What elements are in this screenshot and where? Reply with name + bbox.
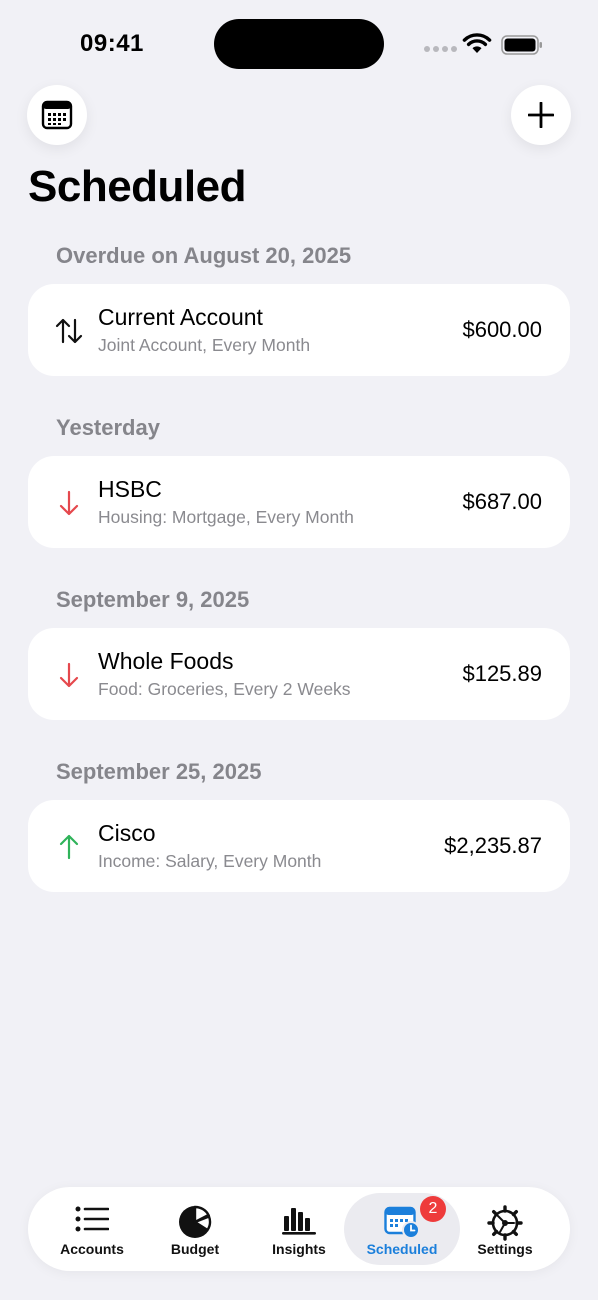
item-detail: Income: Salary, Every Month: [98, 851, 322, 871]
item-detail: Food: Groceries, Every 2 Weeks: [98, 679, 351, 699]
wifi-icon: [462, 33, 492, 53]
item-name: Current Account: [98, 304, 263, 330]
bar-chart-icon: [282, 1208, 316, 1235]
item-detail: Joint Account, Every Month: [98, 335, 311, 355]
battery-icon: [501, 35, 542, 55]
plus-icon: [528, 102, 554, 128]
item-amount: $600.00: [462, 317, 542, 342]
item-detail: Housing: Mortgage, Every Month: [98, 507, 354, 527]
pie-chart-icon: [179, 1205, 212, 1238]
calendar-clock-icon: [384, 1206, 420, 1239]
tab-label: Accounts: [60, 1241, 124, 1257]
calendar-button[interactable]: [27, 85, 87, 145]
arrow-down-icon: [59, 662, 79, 688]
tab-label: Budget: [170, 1241, 220, 1257]
status-time: 09:41: [80, 30, 144, 57]
scheduled-item-cisco[interactable]: Cisco Income: Salary, Every Month $2,235…: [28, 800, 570, 892]
item-name: Whole Foods: [98, 648, 234, 674]
arrow-down-icon: [59, 490, 79, 516]
item-amount: $125.89: [462, 661, 542, 686]
transfer-arrows-icon: [55, 318, 83, 344]
section-header-overdue: Overdue on August 20, 2025: [56, 243, 352, 268]
scheduled-item-hsbc[interactable]: HSBC Housing: Mortgage, Every Month $687…: [28, 456, 570, 548]
tab-budget[interactable]: Budget: [137, 1193, 253, 1265]
tab-insights[interactable]: Insights: [241, 1193, 357, 1265]
tab-label: Scheduled: [366, 1241, 438, 1257]
scheduled-item-current-account[interactable]: Current Account Joint Account, Every Mon…: [28, 284, 570, 376]
arrow-up-icon: [59, 834, 79, 860]
tab-settings[interactable]: Settings: [447, 1193, 563, 1265]
status-bar: 09:41: [0, 0, 598, 90]
item-name: HSBC: [98, 476, 162, 502]
page-title: Scheduled: [28, 162, 247, 211]
dynamic-island: [214, 19, 384, 69]
add-button[interactable]: [511, 85, 571, 145]
item-amount: $2,235.87: [444, 833, 542, 858]
scheduled-count-badge: 2: [420, 1196, 446, 1222]
tab-scheduled[interactable]: 2 Scheduled: [344, 1193, 460, 1265]
calendar-icon: [41, 100, 73, 130]
item-amount: $687.00: [462, 489, 542, 514]
section-header-september-9: September 9, 2025: [56, 587, 250, 612]
tab-bar: Accounts Budget Insights 2 Scheduled Set…: [28, 1187, 570, 1271]
tab-label: Settings: [477, 1241, 533, 1257]
section-header-september-25: September 25, 2025: [56, 759, 262, 784]
section-header-yesterday: Yesterday: [56, 415, 160, 440]
tab-accounts[interactable]: Accounts: [34, 1193, 150, 1265]
tab-label: Insights: [272, 1241, 326, 1257]
item-name: Cisco: [98, 820, 156, 846]
list-icon: [75, 1206, 109, 1232]
cellular-signal-icon: [424, 46, 457, 52]
gear-icon: [487, 1205, 523, 1241]
scheduled-item-whole-foods[interactable]: Whole Foods Food: Groceries, Every 2 Wee…: [28, 628, 570, 720]
